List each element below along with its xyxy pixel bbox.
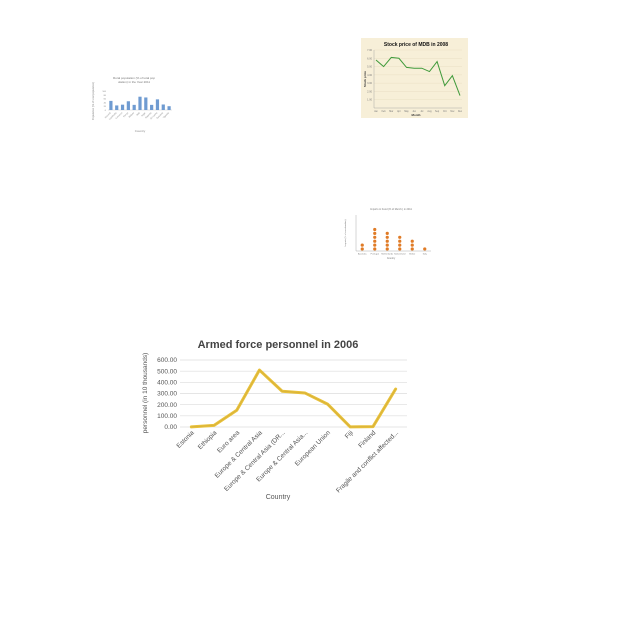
data-dot	[398, 247, 402, 251]
x-tick-label: Estonia	[175, 429, 196, 450]
x-tick-label: Belize	[409, 254, 416, 256]
data-dot	[385, 243, 389, 247]
x-tick-label: Mar	[389, 110, 393, 113]
x-tick-label: Portugal	[371, 253, 380, 256]
data-dot	[398, 235, 402, 239]
x-axis-title: Country	[387, 257, 396, 260]
bar	[144, 97, 148, 110]
bar	[138, 96, 142, 110]
y-tick-label: 0.00	[164, 424, 177, 431]
y-tick-label: 500.00	[157, 368, 177, 375]
bar	[167, 106, 171, 110]
chart-title: Armed force personnel in 2006	[198, 339, 359, 351]
x-tick-label: May	[404, 111, 409, 113]
bar	[150, 104, 154, 110]
x-tick-label: Jul	[420, 111, 423, 113]
y-tick-label: 300.00	[157, 391, 177, 398]
x-tick-label: Malawi	[129, 112, 136, 119]
data-dot	[360, 243, 364, 247]
series-line	[375, 56, 461, 96]
y-axis-title: Stock price	[363, 71, 367, 88]
rural-population-chart: Rural population (% of total pop ulation)…	[84, 74, 182, 136]
y-tick-label: 3.00	[367, 82, 372, 85]
y-axis-title: Imports (% of merchandise)	[344, 219, 347, 246]
data-dot	[423, 247, 427, 251]
chart-title: Imports in Food (% of Merch.) in 2011	[370, 208, 412, 211]
rural-population-svg: Rural population (% of total population)…	[91, 76, 172, 133]
x-tick-label: Finland	[357, 429, 377, 449]
y-tick-label: 600.00	[157, 357, 177, 364]
bar	[120, 104, 125, 110]
y-tick-label: 100	[102, 91, 106, 93]
data-dot	[385, 247, 389, 251]
chart-title-line-2: ulation) in the Year 2011	[118, 80, 150, 84]
y-tick-label: 100.00	[157, 413, 177, 420]
y-tick-label: 1.00	[367, 99, 372, 102]
data-dot	[373, 243, 377, 247]
data-dot	[385, 235, 389, 239]
y-tick-label: 60	[104, 99, 107, 101]
y-tick-label: 7.00	[367, 49, 372, 52]
x-tick-label: Oct	[443, 110, 447, 113]
data-dot	[373, 231, 377, 235]
x-tick-label: Nov	[450, 111, 455, 113]
y-axis-title: personnel (in 10 thousands)	[142, 353, 149, 434]
x-tick-label: Netherlands	[381, 253, 394, 256]
y-tick-label: 80	[104, 95, 107, 97]
x-tick-label: Dec	[458, 111, 463, 113]
bar	[126, 101, 130, 110]
data-dot	[373, 235, 377, 239]
y-tick-label: 0	[105, 110, 107, 112]
y-tick-label: 5.00	[367, 66, 372, 69]
x-axis-title: Country	[135, 129, 146, 133]
x-tick-label: Switzerland	[394, 253, 406, 256]
bar	[109, 100, 113, 110]
data-dot	[398, 243, 402, 247]
y-axis-title: Population (% of total population)	[91, 82, 95, 120]
food-imports-chart: Imports in Food (% of Merch.) in 2011 Aus…	[336, 203, 436, 261]
data-dot	[360, 247, 364, 251]
armed-force-personnel-chart: Armed force personnel in 2006 600.00 500.0…	[133, 330, 423, 510]
bar	[155, 99, 160, 110]
food-imports-svg: Imports in Food (% of Merch.) in 2011 Aus…	[344, 208, 431, 260]
y-tick-label: 20	[104, 106, 107, 108]
bar	[161, 104, 165, 110]
chart-title: Stock price of MDB in 2008	[384, 42, 448, 48]
x-tick-label: Apr	[397, 110, 401, 113]
x-tick-label: Aug	[427, 110, 432, 113]
x-tick-label: Sep	[435, 111, 440, 113]
data-dot	[373, 239, 377, 243]
mdb-stock-price-chart: Stock price of MDB in 2008 7.00 6.00 5.00 4.…	[361, 38, 468, 118]
x-axis-title: Country	[266, 494, 291, 501]
x-tick-label: Feb	[382, 111, 387, 113]
x-tick-label: Italy	[423, 253, 428, 256]
data-dot	[410, 247, 414, 251]
mdb-stock-price-svg: Stock price of MDB in 2008 7.00 6.00 5.00 4.…	[363, 42, 463, 117]
x-tick-label: Australia	[358, 253, 367, 256]
data-dot	[385, 231, 389, 235]
y-tick-label: 40	[104, 102, 107, 104]
data-dot	[410, 239, 414, 243]
x-tick-label: Ethiopia	[197, 429, 219, 451]
series-line	[189, 368, 398, 429]
data-dot	[373, 227, 377, 232]
x-tick-label: Jan	[374, 111, 378, 113]
bar	[132, 104, 136, 110]
data-dot	[385, 239, 389, 243]
data-dot	[373, 247, 377, 251]
x-tick-label: Fiji	[344, 429, 355, 440]
y-tick-label: 2.00	[367, 90, 372, 93]
y-tick-label: 400.00	[157, 380, 177, 387]
x-tick-label: Comoros	[115, 111, 124, 120]
armed-force-personnel-svg: Armed force personnel in 2006 600.00 500.0…	[142, 339, 407, 501]
x-tick-label: Uganda	[163, 112, 170, 119]
data-dot	[410, 243, 414, 247]
x-axis-title: Month	[412, 113, 421, 117]
y-tick-label: 6.00	[367, 57, 372, 60]
y-tick-label: 200.00	[157, 402, 177, 409]
y-tick-label: 4.00	[367, 74, 372, 77]
bar	[115, 105, 119, 110]
data-dot	[398, 239, 402, 243]
